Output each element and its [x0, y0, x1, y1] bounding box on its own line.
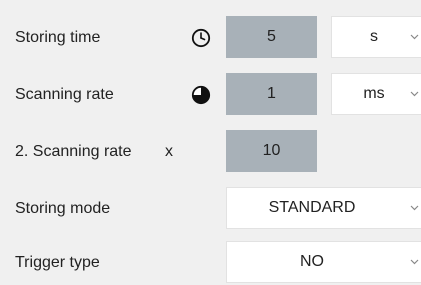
scanning-rate-input[interactable]: 1	[226, 73, 317, 115]
storing-mode-dropdown[interactable]: STANDARD	[226, 187, 421, 229]
second-scanning-rate-input[interactable]: 10	[226, 130, 317, 172]
trigger-type-value: NO	[300, 253, 324, 270]
chevron-down-icon	[410, 205, 419, 211]
multiplier-symbol: x	[165, 143, 173, 160]
timer-icon	[191, 85, 211, 105]
chevron-down-icon	[410, 34, 419, 40]
chevron-down-icon	[410, 91, 419, 97]
trigger-type-row: Trigger type NO	[0, 241, 421, 285]
storing-mode-label: Storing mode	[15, 200, 111, 217]
second-scanning-rate-row: 2. Scanning rate x 10	[0, 130, 421, 174]
second-scanning-rate-label: 2. Scanning rate	[15, 143, 132, 160]
scanning-rate-unit-dropdown[interactable]: ms	[331, 73, 421, 115]
storing-time-row: Storing time 5 s	[0, 16, 421, 60]
storing-time-unit-dropdown[interactable]: s	[331, 16, 421, 58]
clock-icon	[191, 28, 211, 48]
storing-mode-value: STANDARD	[268, 199, 356, 216]
storing-time-label: Storing time	[15, 29, 101, 46]
storing-time-input[interactable]: 5	[226, 16, 317, 58]
trigger-type-dropdown[interactable]: NO	[226, 241, 421, 283]
scanning-rate-row: Scanning rate 1 ms	[0, 73, 421, 117]
trigger-type-label: Trigger type	[15, 254, 100, 271]
chevron-down-icon	[410, 259, 419, 265]
storing-time-unit-value: s	[370, 28, 378, 45]
storing-mode-row: Storing mode STANDARD	[0, 187, 421, 231]
scanning-rate-label: Scanning rate	[15, 86, 114, 103]
scanning-rate-unit-value: ms	[363, 85, 385, 102]
acquisition-settings-panel: Storing time 5 s Scanning rate 1 ms 2. S…	[0, 0, 421, 285]
